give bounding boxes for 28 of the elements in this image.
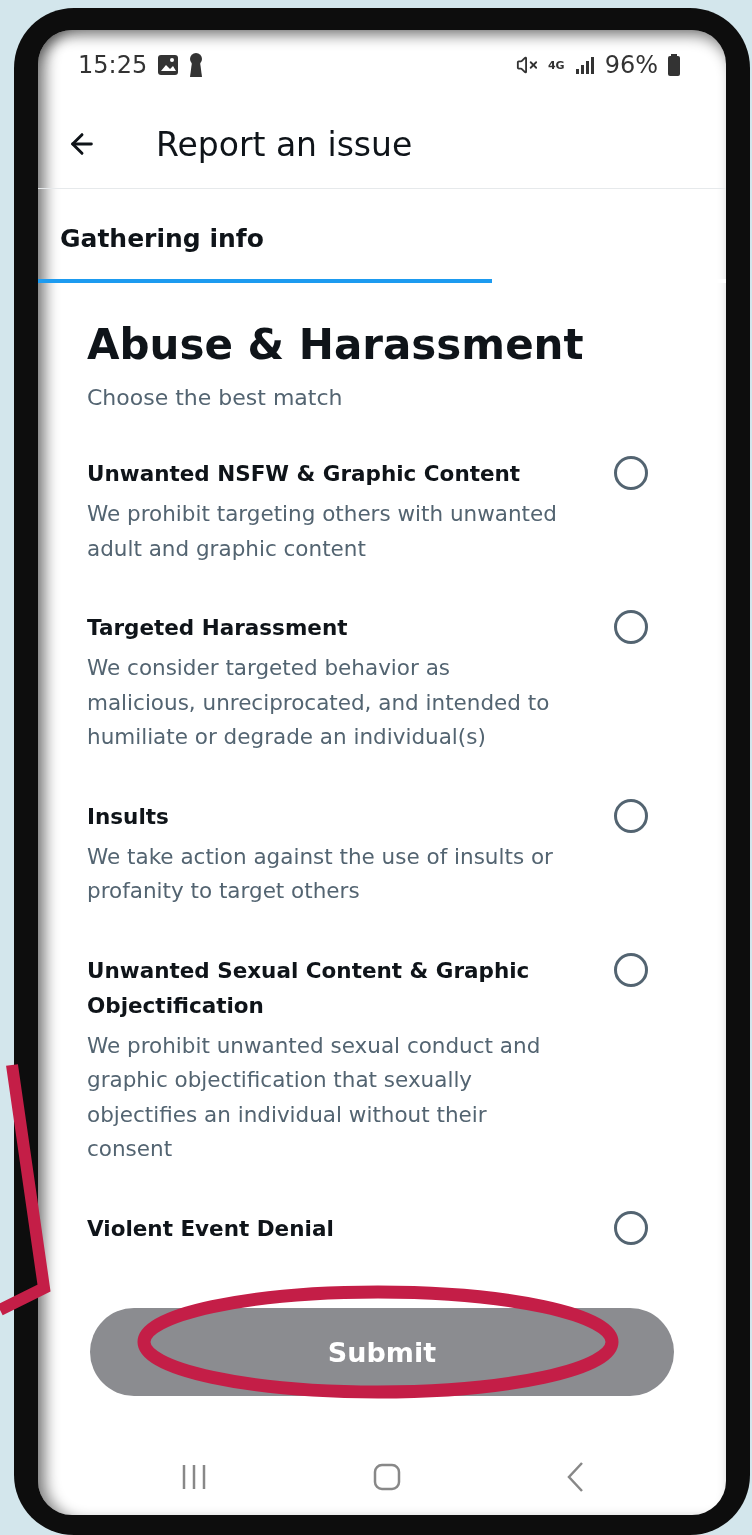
battery-percent: 96%	[604, 51, 658, 79]
radio-button[interactable]	[614, 610, 648, 644]
option-description: We prohibit targeting others with unwanted adult and graphic content	[87, 500, 557, 563]
option-title: Unwanted NSFW & Graphic Content	[87, 460, 522, 488]
radio-button[interactable]	[614, 952, 648, 987]
network-type: 4G	[547, 59, 565, 71]
image-icon	[157, 54, 180, 76]
signal-icon	[574, 55, 595, 75]
section-title: Abuse & Harassment	[87, 319, 585, 371]
progress-label: Gathering info	[59, 224, 265, 255]
page-title: Report an issue	[156, 124, 413, 164]
option-description: We prohibit unwanted sexual conduct and graphic objectification that sexually objectifies an individual without their consent	[87, 1031, 542, 1163]
keyhole-icon	[189, 53, 204, 77]
battery-icon	[668, 54, 680, 76]
option-description: We take action against the use of insults or profanity to target others	[87, 842, 554, 905]
home-icon[interactable]	[373, 1463, 401, 1491]
back-icon[interactable]	[565, 1461, 584, 1493]
radio-button[interactable]	[614, 798, 648, 833]
radio-button[interactable]	[614, 1210, 648, 1245]
section-subtitle: Choose the best match	[87, 385, 344, 410]
mute-icon	[515, 54, 538, 76]
option-description: We consider targeted behavior as malicious, unreciprocated, and intended to humiliate or degrade an individual(s)	[87, 654, 551, 751]
option-title: Violent Event Denial	[87, 1214, 335, 1243]
status-time: 15:25	[78, 51, 148, 79]
radio-button[interactable]	[614, 456, 648, 490]
option-title: Unwanted Sexual Content & Graphic Objectification	[87, 956, 531, 1020]
option-title: Targeted Harassment	[87, 614, 349, 642]
option-title: Insults	[87, 802, 170, 831]
